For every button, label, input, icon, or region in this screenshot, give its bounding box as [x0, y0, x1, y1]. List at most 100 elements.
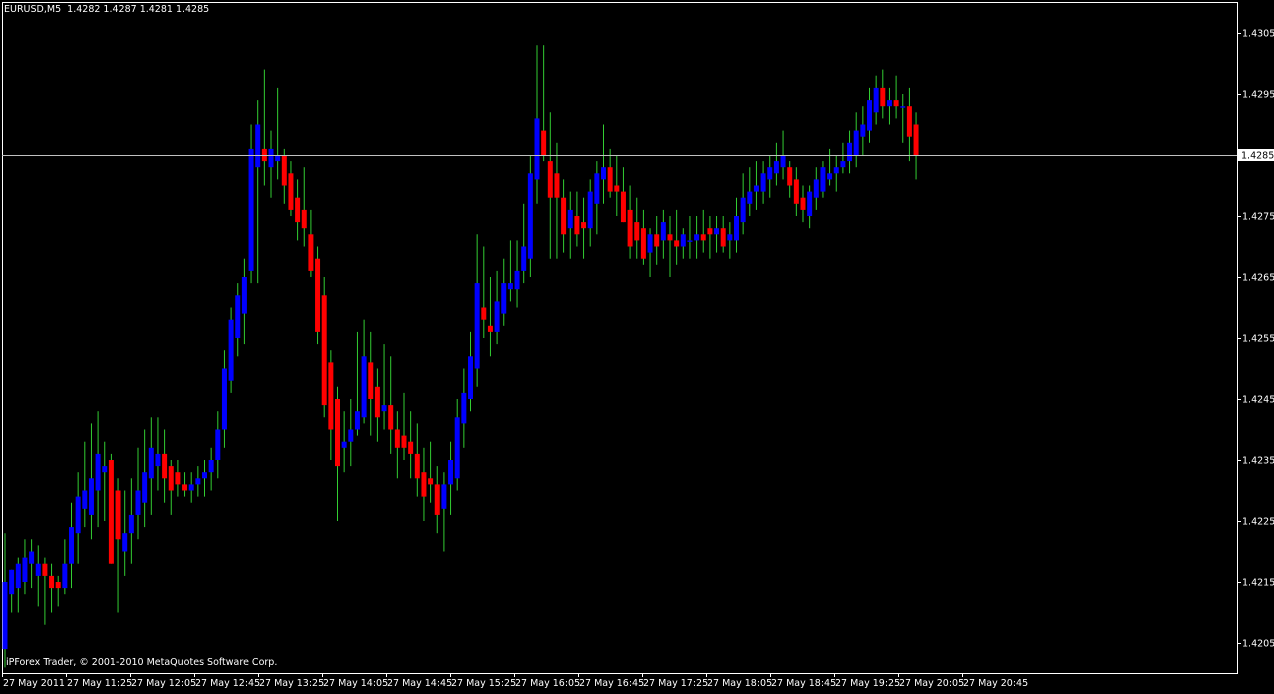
- x-tick-label: 27 May 18:45: [771, 678, 836, 689]
- candle: [221, 350, 227, 448]
- candle: [800, 185, 806, 223]
- candle: [660, 209, 666, 259]
- candle-body: [753, 185, 759, 192]
- candle: [268, 130, 274, 198]
- candle: [2, 533, 8, 668]
- candle: [241, 258, 247, 345]
- candle-body: [295, 197, 301, 223]
- candle-body: [747, 191, 753, 204]
- candle: [541, 45, 547, 162]
- candle: [740, 173, 746, 235]
- candle-body: [853, 130, 859, 155]
- candle-body: [714, 228, 720, 235]
- candle-body: [361, 356, 367, 418]
- candle-body: [734, 216, 739, 241]
- candle: [328, 350, 334, 460]
- candle: [640, 209, 646, 265]
- candle-body: [727, 234, 733, 241]
- candle-body: [208, 460, 214, 473]
- ohlc-label: 1.4282 1.4287 1.4281 1.4285: [67, 4, 210, 15]
- candle: [827, 148, 833, 186]
- candle-body: [55, 582, 61, 589]
- candle-body: [481, 307, 487, 320]
- candle-body: [581, 222, 587, 229]
- candle: [667, 216, 673, 277]
- candle: [561, 179, 567, 253]
- candle: [49, 563, 55, 613]
- candle-body: [793, 179, 799, 204]
- candle: [315, 246, 321, 345]
- candle: [880, 69, 886, 119]
- candle-body: [2, 582, 8, 650]
- candle-body: [135, 490, 141, 515]
- candle-body: [640, 228, 646, 259]
- candle: [354, 331, 360, 436]
- candle: [341, 411, 347, 473]
- candle-body: [434, 484, 440, 515]
- candlestick-chart[interactable]: 1.4305 1.4295 1.4275 1.4265 1.4255 1.4245 1.42…: [0, 0, 1274, 690]
- candle-body: [913, 124, 919, 155]
- candle-body: [328, 362, 334, 430]
- candle-body: [62, 563, 68, 589]
- candle-body: [368, 362, 374, 399]
- candle-body: [122, 533, 128, 552]
- candle: [720, 216, 726, 253]
- candle: [135, 447, 141, 540]
- candle-body: [335, 399, 340, 467]
- candle-body: [541, 130, 547, 155]
- x-tick-label: 27 May 18:05: [707, 678, 772, 689]
- candle: [22, 539, 28, 595]
- candle: [62, 539, 68, 595]
- candle: [654, 216, 660, 265]
- candle-body: [128, 514, 134, 534]
- x-tick-label: 27 May 20:45: [963, 678, 1028, 689]
- candle: [441, 472, 447, 552]
- candle-body: [567, 209, 573, 229]
- x-tick-label: 27 May 14:05: [323, 678, 388, 689]
- copyright-label: iPForex Trader, © 2001-2010 MetaQuotes S…: [6, 657, 278, 668]
- candle: [195, 466, 201, 497]
- candle: [647, 228, 653, 277]
- candle: [853, 112, 859, 168]
- candle: [381, 344, 387, 430]
- chart-window[interactable]: 1.4305 1.4295 1.4275 1.4265 1.4255 1.4245 1.42…: [0, 0, 1274, 690]
- plot-border: [2, 2, 1238, 674]
- candle: [534, 45, 540, 204]
- candle-body: [308, 234, 314, 271]
- y-tick-label: 1.4225: [1242, 517, 1274, 528]
- candle-body: [860, 124, 866, 137]
- candle-body: [461, 392, 467, 424]
- candle: [753, 161, 759, 210]
- candle-body: [807, 191, 813, 216]
- candle: [255, 100, 261, 284]
- candle-body: [607, 167, 613, 192]
- candle: [468, 331, 473, 412]
- candle: [148, 417, 154, 515]
- candle: [35, 545, 41, 607]
- candle-body: [527, 173, 533, 259]
- candle: [335, 386, 340, 521]
- x-tick-label: 27 May 17:25: [643, 678, 708, 689]
- candle: [142, 429, 148, 528]
- candle: [75, 472, 81, 564]
- current-price-label: 1.4285: [1241, 151, 1274, 162]
- candle: [554, 142, 560, 259]
- candle: [767, 155, 773, 198]
- candle: [175, 460, 181, 497]
- candle-body: [354, 411, 360, 430]
- candle: [162, 429, 168, 503]
- candle: [886, 87, 892, 125]
- candle-body: [281, 155, 287, 186]
- candle-body: [215, 429, 221, 460]
- candle: [361, 319, 367, 424]
- candle-body: [773, 161, 779, 174]
- candle-body: [660, 222, 666, 241]
- candle-body: [248, 148, 254, 271]
- candle-body: [42, 563, 48, 576]
- candle: [461, 368, 467, 448]
- candle-body: [9, 569, 15, 595]
- candle: [42, 557, 48, 625]
- candle-body: [441, 484, 447, 509]
- candle-body: [647, 234, 653, 253]
- candle: [128, 478, 134, 564]
